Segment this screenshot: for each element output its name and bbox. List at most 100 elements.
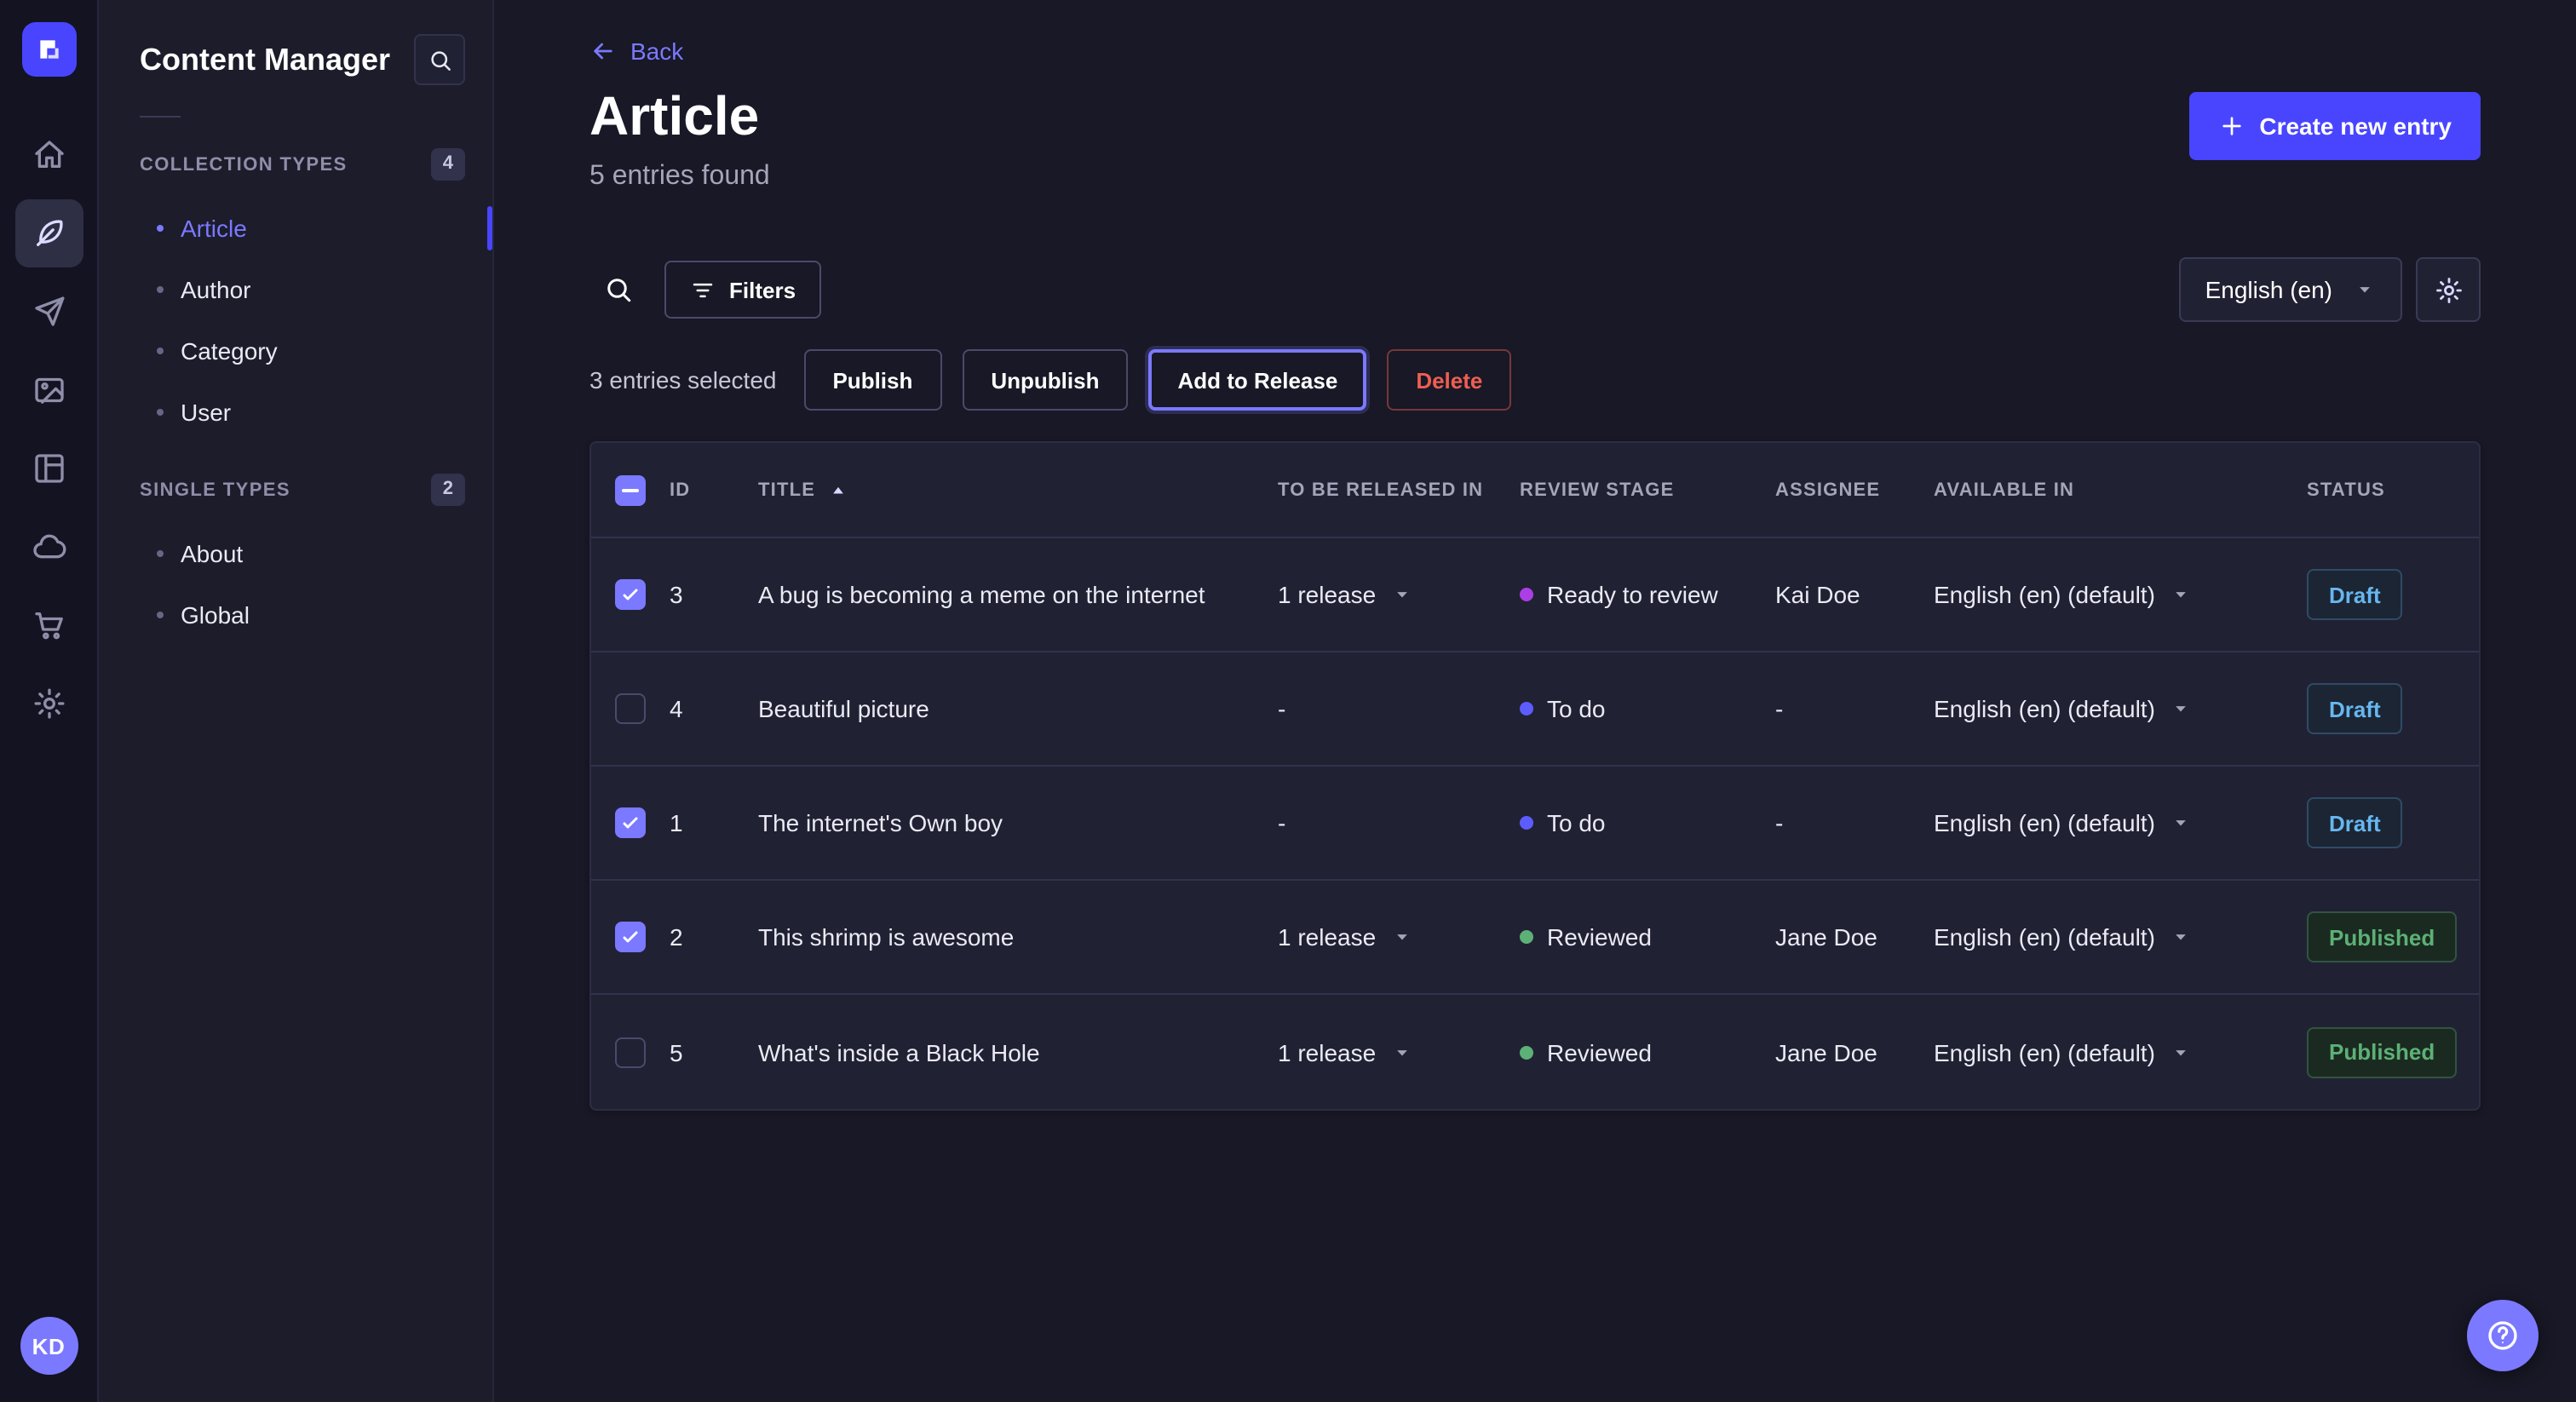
cell-available-in[interactable]: English (en) (default) — [1934, 923, 2307, 951]
nav-item-settings[interactable] — [14, 669, 83, 738]
cell-title[interactable]: The internet's Own boy — [758, 809, 1278, 836]
status-badge: Published — [2307, 911, 2457, 962]
row-checkbox[interactable] — [615, 693, 646, 724]
cell-id: 4 — [670, 695, 758, 722]
row-checkbox[interactable] — [615, 1037, 646, 1067]
bullet-icon — [157, 409, 164, 416]
cell-status: Draft — [2307, 683, 2479, 734]
unpublish-button[interactable]: Unpublish — [962, 349, 1128, 411]
cell-assignee: - — [1775, 809, 1934, 836]
home-icon — [32, 138, 66, 172]
column-header-review-stage: REVIEW STAGE — [1520, 480, 1775, 500]
caret-down-icon — [1389, 583, 1413, 606]
caret-down-icon — [1389, 1040, 1413, 1064]
cell-status: Draft — [2307, 569, 2479, 620]
row-checkbox[interactable] — [615, 922, 646, 952]
table-body: 3 A bug is becoming a meme on the intern… — [591, 538, 2479, 1109]
marketplace-icon — [32, 608, 66, 642]
caret-down-icon — [2169, 697, 2193, 721]
caret-down-icon — [2169, 583, 2193, 606]
nav-item-content-manager[interactable] — [14, 199, 83, 267]
select-all-checkbox[interactable] — [615, 474, 646, 505]
cell-title[interactable]: Beautiful picture — [758, 695, 1278, 722]
nav-item-content-type-builder[interactable] — [14, 434, 83, 503]
subnav-sections: COLLECTION TYPES4ArticleAuthorCategoryUs… — [99, 135, 492, 646]
subnav-search-button[interactable] — [414, 34, 465, 85]
cell-review-stage: To do — [1520, 809, 1775, 836]
bullet-icon — [157, 612, 164, 618]
cell-to-be-released-in: - — [1278, 695, 1520, 722]
cell-title[interactable]: What's inside a Black Hole — [758, 1038, 1278, 1066]
subnav-item-about[interactable]: About — [99, 523, 492, 584]
column-header-available-in: AVAILABLE IN — [1934, 480, 2307, 500]
locale-value: English (en) — [2205, 276, 2332, 303]
cell-to-be-released-in[interactable]: 1 release — [1278, 581, 1520, 608]
bullet-icon — [157, 348, 164, 354]
cell-assignee: Jane Doe — [1775, 923, 1934, 951]
cell-to-be-released-in[interactable]: 1 release — [1278, 1038, 1520, 1066]
cell-title[interactable]: This shrimp is awesome — [758, 923, 1278, 951]
bullet-icon — [157, 286, 164, 293]
cell-available-in[interactable]: English (en) (default) — [1934, 1038, 2307, 1066]
delete-button[interactable]: Delete — [1387, 349, 1511, 411]
checkbox-check-icon — [620, 813, 641, 833]
cell-title[interactable]: A bug is becoming a meme on the internet — [758, 581, 1278, 608]
page-title: Article — [589, 85, 770, 148]
back-link[interactable]: Back — [589, 37, 683, 65]
add-to-release-button[interactable]: Add to Release — [1148, 349, 1366, 411]
filters-button[interactable]: Filters — [664, 261, 821, 319]
app-root: KD Content Manager COLLECTION TYPES4Arti… — [0, 0, 2576, 1402]
sort-ascending-icon — [825, 478, 849, 502]
column-header-title[interactable]: TITLE — [758, 478, 1278, 502]
section-count-badge: 4 — [431, 148, 465, 181]
strapi-logo[interactable] — [21, 22, 76, 77]
cell-to-be-released-in[interactable]: 1 release — [1278, 923, 1520, 951]
user-avatar[interactable]: KD — [20, 1317, 78, 1375]
nav-item-media-library[interactable] — [14, 356, 83, 424]
row-checkbox[interactable] — [615, 807, 646, 838]
column-header-id[interactable]: ID — [670, 480, 758, 500]
question-mark-icon — [2486, 1319, 2520, 1353]
table-row: 1 The internet's Own boy - To do - Engli… — [591, 767, 2479, 881]
row-checkbox[interactable] — [615, 579, 646, 610]
locale-select[interactable]: English (en) — [2180, 257, 2402, 322]
nav-item-marketplace[interactable] — [14, 591, 83, 659]
cell-available-in[interactable]: English (en) (default) — [1934, 809, 2307, 836]
cell-review-stage: Reviewed — [1520, 1038, 1775, 1066]
create-new-entry-button[interactable]: Create new entry — [2189, 92, 2481, 160]
cell-review-stage: Reviewed — [1520, 923, 1775, 951]
nav-item-home[interactable] — [14, 121, 83, 189]
strapi-logo-icon — [35, 36, 62, 63]
publish-button[interactable]: Publish — [803, 349, 941, 411]
nav-item-releases[interactable] — [14, 278, 83, 346]
subnav-item-category[interactable]: Category — [99, 320, 492, 382]
entries-table: ID TITLE TO BE RELEASED IN REVIEW STAGE … — [589, 441, 2481, 1111]
column-header-assignee: ASSIGNEE — [1775, 480, 1934, 500]
cell-id: 1 — [670, 809, 758, 836]
checkbox-check-icon — [620, 584, 641, 605]
cell-available-in[interactable]: English (en) (default) — [1934, 581, 2307, 608]
column-header-to-be-released-in: TO BE RELEASED IN — [1278, 480, 1520, 500]
table-header-row: ID TITLE TO BE RELEASED IN REVIEW STAGE … — [591, 443, 2479, 538]
list-search-button[interactable] — [589, 261, 647, 319]
cell-to-be-released-in: - — [1278, 809, 1520, 836]
search-icon — [427, 47, 452, 72]
subnav-item-label: Article — [181, 215, 247, 242]
subnav-item-user[interactable]: User — [99, 382, 492, 443]
nav-item-cloud[interactable] — [14, 513, 83, 581]
cloud-icon — [32, 530, 66, 564]
content-manager-subnav: Content Manager COLLECTION TYPES4Article… — [99, 0, 494, 1402]
subnav-item-author[interactable]: Author — [99, 259, 492, 320]
rail-nav-items — [14, 121, 83, 738]
table-row: 3 A bug is becoming a meme on the intern… — [591, 538, 2479, 652]
cell-available-in[interactable]: English (en) (default) — [1934, 695, 2307, 722]
cell-review-stage: Ready to review — [1520, 581, 1775, 608]
help-button[interactable] — [2467, 1300, 2539, 1371]
subnav-item-article[interactable]: Article — [99, 198, 492, 259]
table-row: 4 Beautiful picture - To do - English (e… — [591, 652, 2479, 767]
subnav-item-global[interactable]: Global — [99, 584, 492, 646]
media-library-icon — [32, 373, 66, 407]
table-row: 2 This shrimp is awesome 1 release Revie… — [591, 881, 2479, 995]
view-settings-button[interactable] — [2416, 257, 2481, 322]
checkbox-check-icon — [620, 927, 641, 947]
